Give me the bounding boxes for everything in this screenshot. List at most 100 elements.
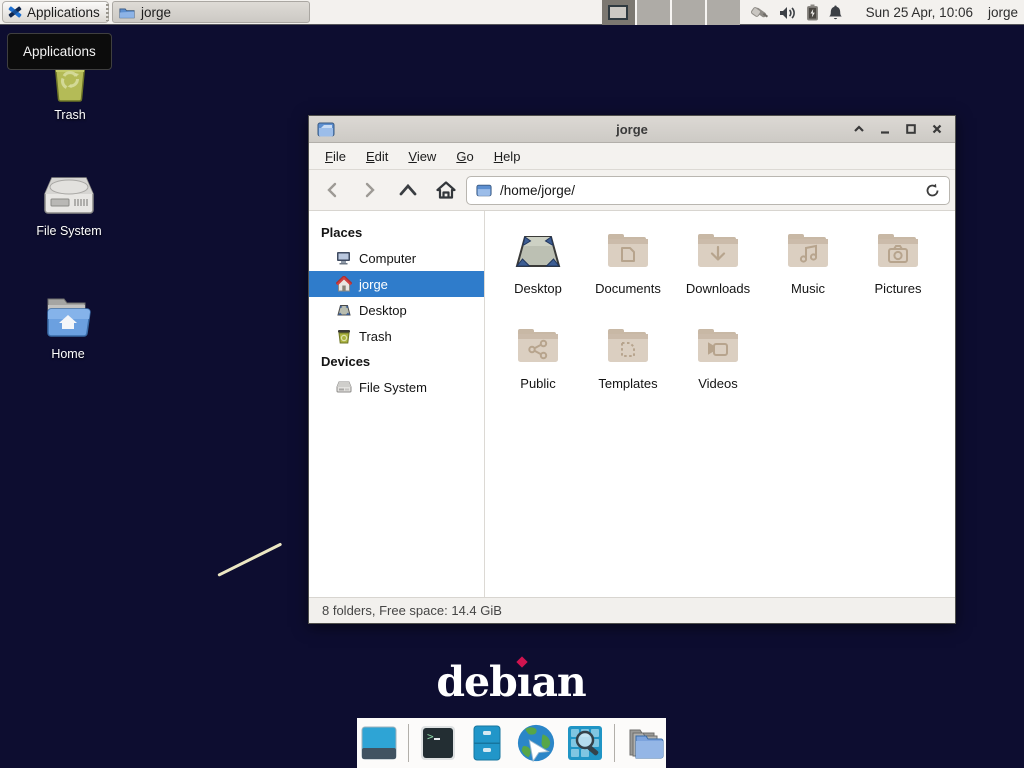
places-header: Places xyxy=(309,220,484,245)
sidebar-item-file-system[interactable]: File System xyxy=(309,374,484,400)
dock-separator xyxy=(614,724,615,762)
home-button[interactable] xyxy=(431,176,461,204)
statusbar-text: 8 folders, Free space: 14.4 GiB xyxy=(322,603,502,618)
folder-label: Downloads xyxy=(686,281,750,296)
terminal-launcher[interactable]: > xyxy=(418,723,458,763)
folder-label: Public xyxy=(520,376,555,391)
menu-go[interactable]: Go xyxy=(446,143,483,170)
titlebar[interactable]: jorge xyxy=(309,116,955,143)
folder-music-icon xyxy=(784,221,832,279)
location-input[interactable]: /home/jorge/ xyxy=(500,183,917,198)
folder-item-downloads[interactable]: Downloads xyxy=(673,221,763,316)
folder-templates-icon xyxy=(604,316,652,374)
clock-area: Sun 25 Apr, 10:06 jorge xyxy=(866,0,1018,25)
workspace-3[interactable] xyxy=(672,0,705,25)
folder-view: Desktop Documents xyxy=(485,211,955,597)
folder-label: Templates xyxy=(598,376,657,391)
menu-edit[interactable]: Edit xyxy=(356,143,398,170)
directory-menu-launcher[interactable] xyxy=(624,723,664,763)
menu-file[interactable]: File xyxy=(315,143,356,170)
home-folder-icon xyxy=(43,291,93,341)
workspace-2[interactable] xyxy=(637,0,670,25)
applications-tooltip: Applications xyxy=(7,33,112,70)
application-finder-launcher[interactable] xyxy=(565,723,605,763)
desktop-icon-label: Trash xyxy=(54,108,86,122)
debian-logo-text: deb xyxy=(436,658,516,706)
computer-icon xyxy=(336,250,352,266)
folder-downloads-icon xyxy=(694,221,742,279)
sidebar-item-label: Trash xyxy=(359,329,392,344)
folder-item-public[interactable]: Public xyxy=(493,316,583,411)
menubar: File Edit View Go Help xyxy=(309,143,955,170)
panel-username[interactable]: jorge xyxy=(988,5,1018,20)
desktop-icon-label: Home xyxy=(51,347,84,361)
sidebar-item-desktop[interactable]: Desktop xyxy=(309,297,484,323)
desktop-icon-filesystem[interactable]: File System xyxy=(17,168,121,238)
volume-icon[interactable] xyxy=(779,5,797,21)
power-adapter-icon[interactable] xyxy=(751,3,770,22)
applications-menu-button[interactable]: Applications xyxy=(2,1,109,23)
battery-icon[interactable] xyxy=(806,4,819,21)
window-body: Places Computer xyxy=(309,211,955,597)
sidebar-item-computer[interactable]: Computer xyxy=(309,245,484,271)
debian-logo-text: an xyxy=(531,658,585,706)
svg-text:>: > xyxy=(427,730,434,743)
applications-tooltip-text: Applications xyxy=(23,44,96,59)
desktop-icon-label: File System xyxy=(36,224,101,238)
folder-icon xyxy=(119,6,135,19)
folder-label: Videos xyxy=(698,376,738,391)
panel-handle[interactable] xyxy=(106,4,109,21)
sidebar-item-label: jorge xyxy=(359,277,388,292)
up-button[interactable] xyxy=(393,176,423,204)
folder-item-desktop[interactable]: Desktop xyxy=(493,221,583,316)
panel-clock[interactable]: Sun 25 Apr, 10:06 xyxy=(866,5,973,20)
folder-label: Documents xyxy=(595,281,661,296)
devices-header: Devices xyxy=(309,349,484,374)
location-bar[interactable]: /home/jorge/ xyxy=(466,176,950,205)
folder-documents-icon xyxy=(604,221,652,279)
folder-item-videos[interactable]: Videos xyxy=(673,316,763,411)
folder-item-pictures[interactable]: Pictures xyxy=(853,221,943,316)
top-panel: Applications jorge xyxy=(0,0,1024,25)
home-icon xyxy=(336,276,352,292)
web-browser-launcher[interactable] xyxy=(516,723,556,763)
sidebar: Places Computer xyxy=(309,211,485,597)
file-manager-launcher[interactable] xyxy=(467,723,507,763)
close-button[interactable] xyxy=(929,121,945,137)
workspace-4[interactable] xyxy=(707,0,740,25)
folder-item-music[interactable]: Music xyxy=(763,221,853,316)
file-manager-window: jorge File Edit View Go Help xyxy=(308,115,956,624)
taskbar-window-label: jorge xyxy=(141,5,171,20)
reload-button[interactable] xyxy=(925,183,940,198)
show-desktop-button[interactable] xyxy=(359,723,399,763)
menu-help[interactable]: Help xyxy=(484,143,531,170)
folder-label: Music xyxy=(791,281,825,296)
notification-bell-icon[interactable] xyxy=(828,4,843,21)
workspace-switcher xyxy=(602,0,740,25)
menu-view[interactable]: View xyxy=(398,143,446,170)
desktop-icon-home[interactable]: Home xyxy=(16,291,120,361)
folder-videos-icon xyxy=(694,316,742,374)
window-controls xyxy=(851,121,955,137)
back-button[interactable] xyxy=(317,176,347,204)
forward-button[interactable] xyxy=(355,176,385,204)
folder-item-documents[interactable]: Documents xyxy=(583,221,673,316)
shade-button[interactable] xyxy=(851,121,867,137)
sidebar-item-label: File System xyxy=(359,380,427,395)
folder-item-templates[interactable]: Templates xyxy=(583,316,673,411)
minimize-button[interactable] xyxy=(877,121,893,137)
desktop-line-artifact xyxy=(217,542,282,576)
trash-icon xyxy=(336,328,352,344)
sidebar-item-trash[interactable]: Trash xyxy=(309,323,484,349)
workspace-1[interactable] xyxy=(602,0,635,25)
folder-label: Pictures xyxy=(875,281,922,296)
taskbar-window-button[interactable]: jorge xyxy=(112,1,310,23)
maximize-button[interactable] xyxy=(903,121,919,137)
dock-separator xyxy=(408,724,409,762)
toolbar: /home/jorge/ xyxy=(309,170,955,211)
statusbar: 8 folders, Free space: 14.4 GiB xyxy=(309,597,955,623)
drive-icon xyxy=(336,379,352,395)
desktop-special-icon xyxy=(512,221,564,279)
sidebar-item-jorge[interactable]: jorge xyxy=(309,271,484,297)
sidebar-item-label: Desktop xyxy=(359,303,407,318)
